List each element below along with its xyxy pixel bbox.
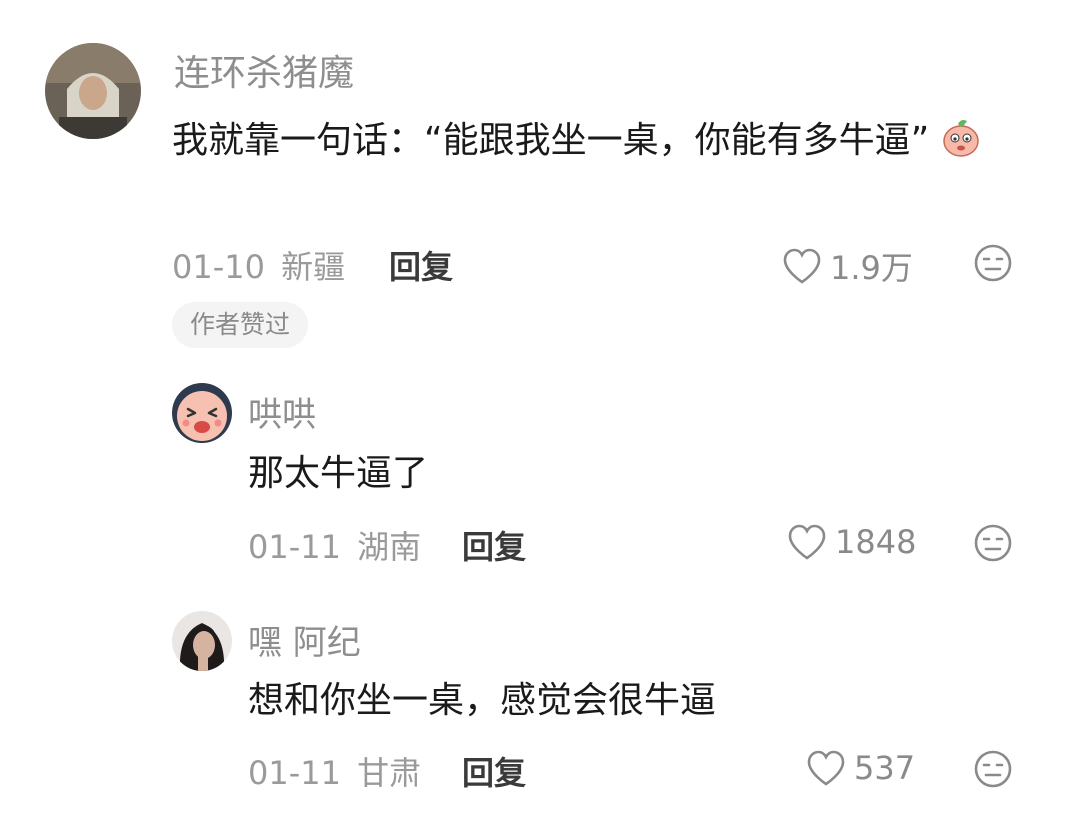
dislike-button[interactable] [973,243,1013,287]
reply-meta: 01-11 甘肃 [248,748,421,794]
dislike-button[interactable] [973,523,1013,567]
comment-date: 01-10 [172,248,265,286]
dislike-button[interactable] [973,749,1013,793]
author-liked-badge: 作者赞过 [172,302,309,348]
comment-text: 我就靠一句话：“能跟我坐一桌，你能有多牛逼” [172,113,1022,174]
heart-outline-icon [807,750,845,786]
reply-button[interactable]: 回复 [462,748,526,794]
reply-date: 01-11 [248,754,341,792]
avatar[interactable] [172,611,232,671]
heart-outline-icon [783,248,821,284]
peach-emoji-icon [939,114,983,174]
avatar[interactable] [172,383,232,443]
like-count: 537 [854,749,916,787]
like-button[interactable]: 1.9万 [782,243,913,289]
comment-text-body: 我就靠一句话：“能跟我坐一桌，你能有多牛逼” [172,120,930,161]
reply-date: 01-11 [248,528,341,566]
cartoon-face-icon [172,383,232,443]
meh-face-icon [974,750,1012,788]
user-photo-icon [172,611,232,671]
reply-location: 甘肃 [357,754,422,792]
like-button[interactable]: 537 [806,749,915,787]
reply-button[interactable]: 回复 [389,242,453,288]
reply-meta: 01-11 湖南 [248,522,421,568]
avatar[interactable] [45,43,141,139]
reply-location: 湖南 [357,528,422,566]
reply-button[interactable]: 回复 [462,522,526,568]
reply-username[interactable]: 哄哄 [248,387,316,436]
like-button[interactable]: 1848 [787,523,916,561]
reply-text: 想和你坐一桌，感觉会很牛逼 [248,680,717,721]
heart-outline-icon [788,524,826,560]
like-count: 1.9万 [830,249,913,287]
like-count: 1848 [835,523,917,561]
comment-meta: 01-10 新疆 [172,242,345,288]
user-photo-icon [45,43,141,139]
meh-face-icon [974,524,1012,562]
reply-username[interactable]: 嘿 阿纪 [248,615,361,664]
comment-username[interactable]: 连环杀猪魔 [174,44,354,96]
reply-text: 那太牛逼了 [248,453,429,494]
comment-location: 新疆 [281,248,346,286]
meh-face-icon [974,244,1012,282]
